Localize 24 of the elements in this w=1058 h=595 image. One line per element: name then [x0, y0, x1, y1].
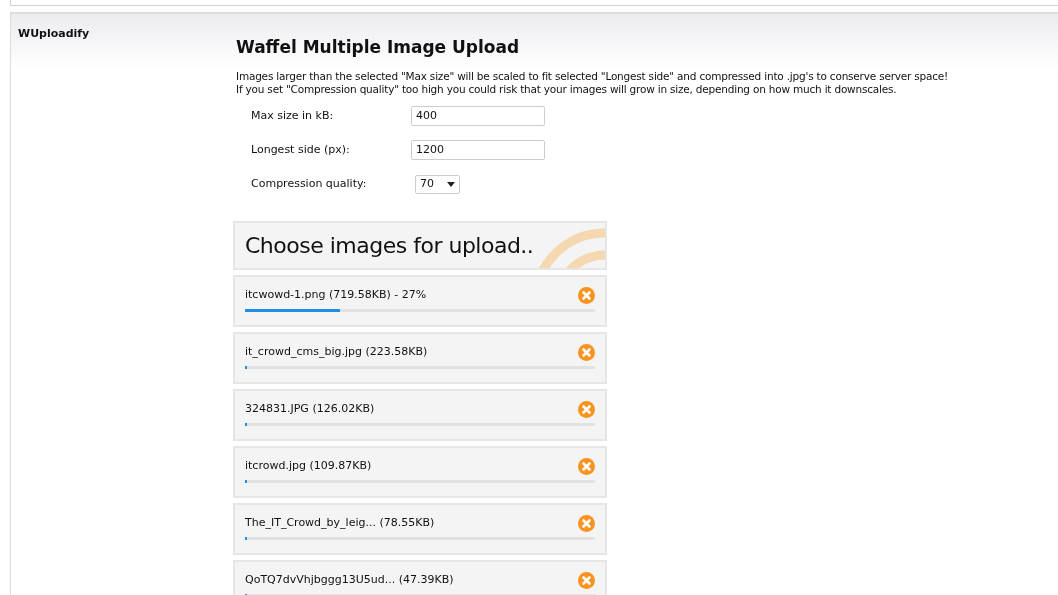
close-icon[interactable] — [578, 458, 595, 475]
input-field[interactable]: 400 — [411, 106, 545, 126]
file-name: 324831.JPG (126.02KB) — [245, 401, 375, 418]
setting-label: Compression quality: — [251, 175, 368, 192]
file-name: itcrowd.jpg (109.87KB) — [245, 458, 372, 475]
file-name: The_IT_Crowd_by_leig... (78.55KB) — [245, 515, 435, 532]
close-icon[interactable] — [578, 344, 595, 361]
choose-images-button[interactable]: Choose images for upload.. — [233, 221, 607, 270]
input-field[interactable]: 1200 — [411, 140, 545, 160]
close-icon[interactable] — [578, 572, 595, 589]
file-name: QoTQ7dvVhjbggg13U5ud... (47.39KB) — [245, 572, 454, 589]
page-heading: Waffel Multiple Image Upload — [236, 36, 521, 58]
setting-label: Max size in kB: — [251, 107, 335, 124]
quality-select[interactable]: 70 — [415, 174, 460, 194]
module-title: WUploadify — [18, 27, 90, 40]
close-icon[interactable] — [578, 401, 595, 418]
intro-text: Images larger than the selected "Max size" will be scaled to fit selected "Longest side" and compressed into .jpg's to conserve server space! — [236, 70, 949, 83]
file-name: it_crowd_cms_big.jpg (223.58KB) — [245, 344, 428, 361]
caret-icon — [447, 181, 455, 187]
close-icon[interactable] — [578, 287, 595, 304]
close-icon[interactable] — [578, 515, 595, 532]
intro-text: If you set "Compression quality" too high you could risk that your images will grow in size, depending on how much it downscales. — [236, 83, 898, 96]
setting-label: Longest side (px): — [251, 141, 351, 158]
file-name: itcwowd-1.png (719.58KB) - 27% — [245, 287, 427, 304]
